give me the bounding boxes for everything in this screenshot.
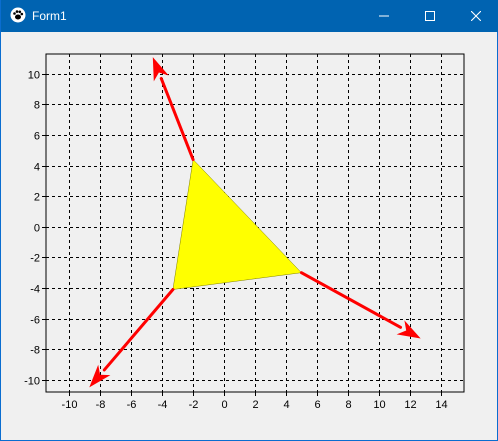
x-tick-label: 12 xyxy=(404,399,416,411)
x-tick-label: -6 xyxy=(127,399,137,411)
y-tick-label: 10 xyxy=(28,70,40,82)
x-tick-label: 8 xyxy=(345,399,351,411)
minimize-icon xyxy=(379,15,389,17)
paw-app-icon[interactable] xyxy=(10,7,26,23)
maximize-button[interactable] xyxy=(407,0,453,32)
y-tick-label: 4 xyxy=(34,162,40,174)
title-bar[interactable]: Form1 xyxy=(1,0,498,32)
y-tick-label: -8 xyxy=(30,345,40,357)
x-tick-label: 0 xyxy=(221,399,227,411)
close-button[interactable] xyxy=(453,0,498,32)
y-tick-label: 0 xyxy=(34,223,40,235)
x-tick-label: 6 xyxy=(314,399,320,411)
y-tick-label: -6 xyxy=(30,315,40,327)
close-icon xyxy=(471,11,481,21)
y-tick-label: 6 xyxy=(34,131,40,143)
y-tick-label: -2 xyxy=(30,253,40,265)
x-tick-label: 14 xyxy=(435,399,447,411)
window-title: Form1 xyxy=(32,9,67,23)
maximize-icon xyxy=(425,11,435,21)
y-tick-label: -4 xyxy=(30,284,40,296)
y-tick-label: -10 xyxy=(24,376,40,388)
x-tick-label: -2 xyxy=(189,399,199,411)
x-tick-label: -10 xyxy=(62,399,78,411)
x-tick-label: 2 xyxy=(252,399,258,411)
x-tick-label: -4 xyxy=(158,399,168,411)
minimize-button[interactable] xyxy=(361,0,407,32)
y-tick-label: 8 xyxy=(34,100,40,112)
y-tick-label: 2 xyxy=(34,192,40,204)
form-client-area: -10 -8 -6 -4 -2 0 2 4 6 8 10 12 14 -10 -8 -6 -4 -2 0 2 4 6 8 10 xyxy=(1,32,497,440)
x-tick-label: 10 xyxy=(373,399,385,411)
chart-area: -10 -8 -6 -4 -2 0 2 4 6 8 10 12 14 -10 -8 -6 -4 -2 0 2 4 6 8 10 xyxy=(24,53,465,411)
x-tick-label: 4 xyxy=(283,399,289,411)
form1-window: Form1 -10 -8 -6 -4 -2 0 2 4 6 8 10 12 14 -10 -8 -6 -4 -2 0… xyxy=(0,0,498,441)
x-tick-label: -8 xyxy=(96,399,106,411)
